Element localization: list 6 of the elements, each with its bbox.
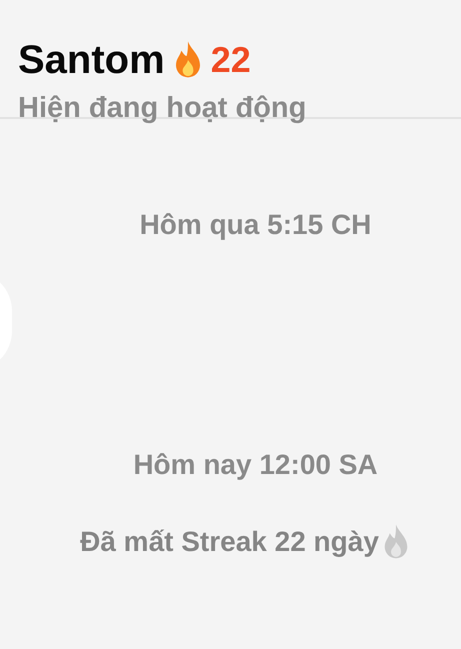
message-timestamp: Hôm qua 5:15 CH bbox=[140, 209, 372, 241]
streak-count: 22 bbox=[210, 38, 251, 82]
message-timestamp: Hôm nay 12:00 SA bbox=[133, 449, 378, 481]
contact-name: Santom bbox=[18, 37, 165, 84]
streak-lost-notice: Đã mất Streak 22 ngày bbox=[80, 526, 379, 558]
status-text: Hiện đang hoạt động bbox=[18, 92, 308, 125]
